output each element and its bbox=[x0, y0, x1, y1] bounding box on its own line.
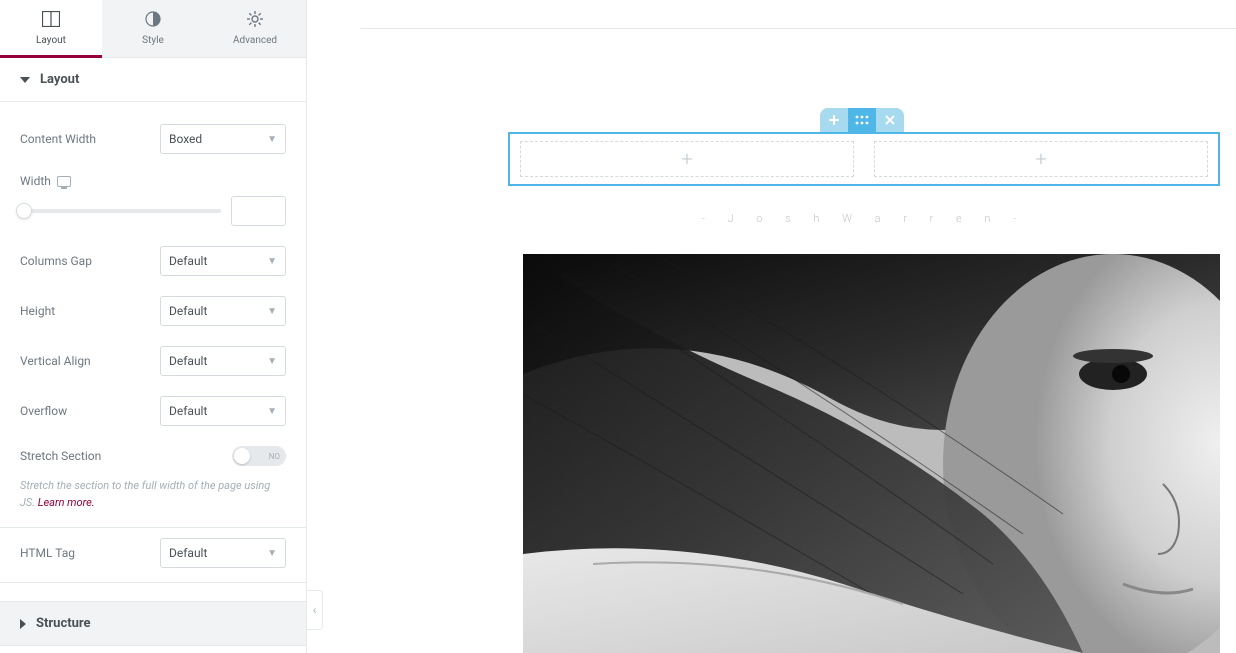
content-image bbox=[523, 254, 1220, 653]
tab-advanced[interactable]: Advanced bbox=[204, 0, 306, 57]
tab-label: Layout bbox=[36, 35, 66, 46]
learn-more-link[interactable]: Learn more. bbox=[38, 496, 95, 509]
chevron-down-icon: ▼ bbox=[267, 356, 277, 367]
width-slider[interactable] bbox=[20, 209, 221, 213]
width-input[interactable] bbox=[231, 196, 286, 226]
delete-section-button[interactable] bbox=[876, 108, 904, 132]
control-stretch-section: Stretch Section NO bbox=[0, 436, 306, 476]
select-content-width[interactable]: Boxed ▼ bbox=[160, 124, 286, 154]
chevron-down-icon: ▼ bbox=[267, 134, 277, 145]
chevron-down-icon: ▼ bbox=[267, 306, 277, 317]
section-layout-body: Content Width Boxed ▼ Width Columns Gap bbox=[0, 102, 306, 601]
label-content-width: Content Width bbox=[20, 132, 148, 146]
control-html-tag: HTML Tag Default ▼ bbox=[0, 528, 306, 583]
plus-icon: + bbox=[681, 147, 692, 171]
control-width-slider bbox=[0, 190, 306, 236]
control-overflow: Overflow Default ▼ bbox=[0, 386, 306, 436]
column-1[interactable]: + bbox=[520, 141, 854, 177]
control-content-width: Content Width Boxed ▼ bbox=[0, 114, 306, 164]
select-overflow[interactable]: Default ▼ bbox=[160, 396, 286, 426]
label-stretch-section: Stretch Section bbox=[20, 449, 220, 463]
chevron-down-icon: ▼ bbox=[267, 548, 277, 559]
tab-label: Style bbox=[142, 35, 164, 46]
caret-down-icon bbox=[20, 77, 30, 83]
tab-label: Advanced bbox=[233, 35, 277, 46]
chevron-left-icon: ‹ bbox=[313, 603, 317, 617]
tab-layout[interactable]: Layout bbox=[0, 0, 102, 57]
select-value: Default bbox=[169, 304, 207, 318]
select-value: Default bbox=[169, 404, 207, 418]
chevron-down-icon: ▼ bbox=[267, 406, 277, 417]
select-html-tag[interactable]: Default ▼ bbox=[160, 538, 286, 568]
control-vertical-align: Vertical Align Default ▼ bbox=[0, 336, 306, 386]
chevron-down-icon: ▼ bbox=[267, 256, 277, 267]
divider bbox=[360, 28, 1236, 29]
control-height: Height Default ▼ bbox=[0, 286, 306, 336]
toggle-stretch-section[interactable]: NO bbox=[232, 446, 286, 466]
select-value: Boxed bbox=[169, 132, 202, 146]
section-title: Layout bbox=[40, 72, 79, 87]
layout-icon bbox=[42, 11, 60, 31]
column-2[interactable]: + bbox=[874, 141, 1208, 177]
signature-text: - J o s h W a r r e n - bbox=[508, 212, 1220, 225]
section-title: Structure bbox=[36, 616, 91, 631]
gear-icon bbox=[247, 11, 263, 31]
edit-section-button[interactable] bbox=[848, 108, 876, 132]
panel-tabs: Layout Style Advanced bbox=[0, 0, 306, 58]
select-value: Default bbox=[169, 254, 207, 268]
label-vertical-align: Vertical Align bbox=[20, 354, 148, 368]
label-height: Height bbox=[20, 304, 148, 318]
control-width: Width bbox=[0, 164, 306, 190]
label-width: Width bbox=[20, 174, 148, 188]
select-value: Default bbox=[169, 546, 207, 560]
select-columns-gap[interactable]: Default ▼ bbox=[160, 246, 286, 276]
control-columns-gap: Columns Gap Default ▼ bbox=[0, 236, 306, 286]
panel-collapse-handle[interactable]: ‹ bbox=[307, 590, 323, 630]
device-icon[interactable] bbox=[57, 176, 71, 187]
section-handles bbox=[820, 108, 904, 132]
stretch-help-text: Stretch the section to the full width of… bbox=[0, 476, 306, 528]
add-section-button[interactable] bbox=[820, 108, 848, 132]
sidebar-panel: Layout Style Advanced Layout Content Wid… bbox=[0, 0, 307, 653]
toggle-state: NO bbox=[269, 452, 280, 461]
section-structure-header[interactable]: Structure bbox=[0, 601, 306, 646]
slider-thumb[interactable] bbox=[16, 203, 32, 219]
toggle-knob bbox=[234, 448, 250, 464]
label-columns-gap: Columns Gap bbox=[20, 254, 148, 268]
section-layout-header[interactable]: Layout bbox=[0, 58, 306, 102]
caret-right-icon bbox=[20, 619, 26, 629]
select-height[interactable]: Default ▼ bbox=[160, 296, 286, 326]
plus-icon: + bbox=[1035, 147, 1046, 171]
tab-style[interactable]: Style bbox=[102, 0, 204, 57]
style-icon bbox=[145, 11, 161, 31]
select-value: Default bbox=[169, 354, 207, 368]
label-overflow: Overflow bbox=[20, 404, 148, 418]
select-vertical-align[interactable]: Default ▼ bbox=[160, 346, 286, 376]
label-html-tag: HTML Tag bbox=[20, 546, 148, 560]
section-outline: + + bbox=[508, 132, 1220, 186]
